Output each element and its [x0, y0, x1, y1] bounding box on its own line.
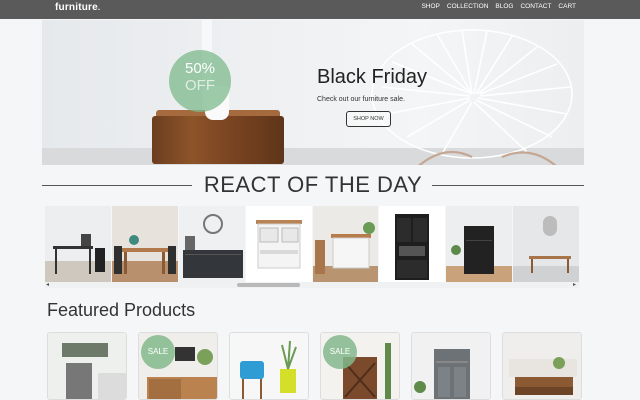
dining-set-image: [111, 206, 178, 282]
discount-percent: 50%: [184, 60, 216, 77]
product-card[interactable]: SALE: [320, 332, 400, 400]
product-carousel[interactable]: [45, 206, 579, 282]
scroll-right-icon[interactable]: ▸: [573, 281, 576, 288]
brand-logo-dot: .: [97, 3, 101, 12]
product-card[interactable]: [411, 332, 491, 400]
kitchen-island-image: [312, 206, 379, 282]
hero-title: Black Friday: [317, 66, 428, 88]
sale-badge: SALE: [323, 335, 357, 369]
hero-subtitle: Check out our furniture sale.: [317, 96, 405, 103]
hero-banner: 50% OFF Black Friday Check out our furni…: [42, 20, 584, 165]
desk-and-chair-image: [45, 206, 111, 282]
discount-badge: 50% OFF: [169, 50, 231, 112]
heading-divider-right: [432, 185, 584, 186]
react-of-the-day-heading: REACT OF THE DAY: [42, 172, 584, 198]
brand-logo[interactable]: furniture.: [55, 2, 100, 13]
black-cabinet-image: [379, 206, 446, 282]
carousel-item[interactable]: [513, 206, 579, 282]
carousel-item[interactable]: [111, 206, 178, 282]
living-room-image: [48, 333, 126, 399]
featured-products-grid: SALE SALE: [47, 332, 587, 400]
nav-link-blog[interactable]: BLOG: [495, 3, 513, 10]
carousel-item[interactable]: [45, 206, 111, 282]
carousel-scrollbar-thumb[interactable]: [237, 283, 300, 287]
coffee-table-image: [503, 333, 581, 399]
nav-links: SHOP COLLECTION BLOG CONTACT CART: [421, 3, 576, 10]
nav-link-cart[interactable]: CART: [558, 3, 576, 10]
string-chair-image: [371, 29, 573, 165]
carousel-item[interactable]: [379, 206, 446, 282]
product-card[interactable]: [502, 332, 582, 400]
storage-cabinet-image: [446, 206, 513, 282]
shop-now-button[interactable]: SHOP NOW: [346, 111, 391, 127]
sideboard-image: [178, 206, 245, 282]
scroll-left-icon[interactable]: ◂: [46, 281, 49, 288]
featured-products-title: Featured Products: [47, 300, 196, 320]
product-card[interactable]: SALE: [138, 332, 218, 400]
product-card[interactable]: [229, 332, 309, 400]
nav-link-contact[interactable]: CONTACT: [520, 3, 551, 10]
wood-stump-image: [152, 116, 284, 164]
blue-chair-image: [230, 333, 308, 399]
carousel-item[interactable]: [178, 206, 245, 282]
carousel-item[interactable]: [245, 206, 312, 282]
carousel-item[interactable]: [446, 206, 513, 282]
gray-cabinet-image: [412, 333, 490, 399]
sale-badge: SALE: [141, 335, 175, 369]
carousel-scrollbar[interactable]: [45, 282, 579, 288]
nav-link-collection[interactable]: COLLECTION: [447, 3, 489, 10]
nav-link-shop[interactable]: SHOP: [421, 3, 439, 10]
product-card[interactable]: [47, 332, 127, 400]
top-navbar: furniture. SHOP COLLECTION BLOG CONTACT …: [0, 0, 640, 19]
discount-off-label: OFF: [185, 77, 215, 94]
brand-logo-text: furniture: [55, 2, 98, 13]
carousel-item[interactable]: [312, 206, 379, 282]
kitchen-cart-image: [245, 206, 312, 282]
console-table-image: [513, 206, 579, 282]
